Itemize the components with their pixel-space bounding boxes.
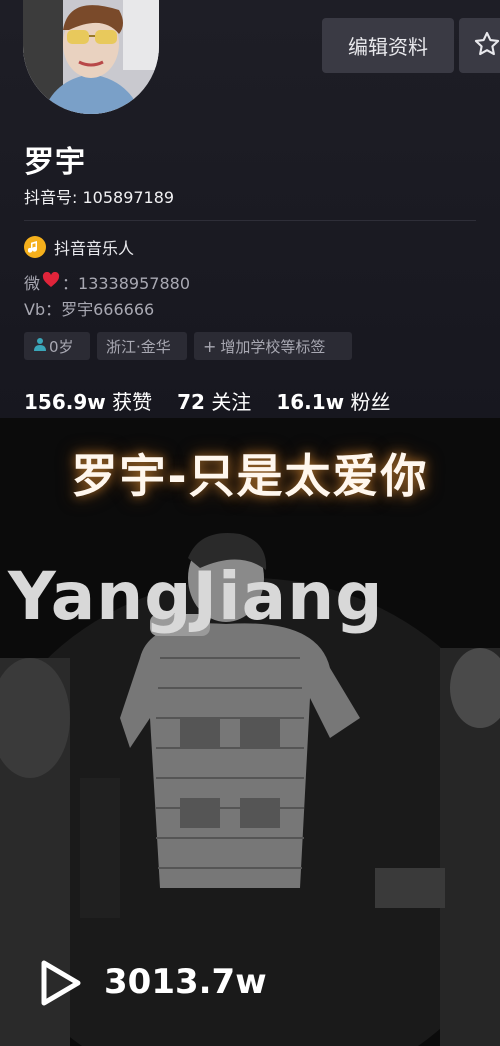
location-label: 浙江·金华 [106,337,171,356]
bio-prefix: 微 [24,274,41,293]
bio-line-2: Vb：罗宇666666 [24,300,155,319]
following-count: 72 [177,390,205,414]
person-icon [33,337,47,355]
favorite-button[interactable] [459,18,500,73]
followers-label: 粉丝 [350,390,391,414]
tag-row: 0岁 浙江·金华 + 增加学校等标签 [24,332,352,360]
play-count: 3013.7w [104,962,267,1002]
plus-icon: + [203,336,217,356]
followers-count: 16.1w [276,390,345,414]
profile-header: 编辑资料 罗宇 抖音号: 105897189 抖音音乐人 微 ：13338957… [0,0,500,418]
location-tag[interactable]: 浙江·金华 [97,332,187,360]
video-watermark: YangJiang [8,558,384,635]
age-label: 0岁 [49,337,74,356]
age-tag[interactable]: 0岁 [24,332,90,360]
divider [24,220,476,221]
bio-line-1: 微 ：13338957880 [24,270,190,294]
add-school-tag[interactable]: + 增加学校等标签 [194,332,352,360]
profile-name: 罗宇 [24,145,86,180]
bio-number: ：13338957880 [62,274,190,293]
following-label: 关注 [211,390,252,414]
following-stat[interactable]: 72 关注 [177,386,251,415]
video-thumbnail[interactable]: 罗宇-只是太爱你 YangJiang 3013.7w [0,418,500,1046]
edit-profile-button[interactable]: 编辑资料 [322,18,454,73]
video-title-overlay: 罗宇-只是太爱你 [71,449,429,503]
stats-row: 156.9w 获赞 72 关注 16.1w 粉丝 [24,386,391,415]
likes-stat[interactable]: 156.9w 获赞 [24,386,152,415]
add-school-label: 增加学校等标签 [220,337,326,356]
likes-label: 获赞 [112,390,153,414]
heart-icon [42,271,60,292]
avatar[interactable] [23,0,159,114]
play-icon [38,958,84,1012]
followers-stat[interactable]: 16.1w 粉丝 [276,386,390,415]
star-icon [459,30,500,61]
verification-label: 抖音音乐人 [54,239,135,258]
likes-count: 156.9w [24,390,106,414]
verification-row: 抖音音乐人 [24,235,134,259]
video-frame-image [0,418,500,1046]
music-note-icon [24,236,46,258]
douyin-id: 抖音号: 105897189 [24,188,175,207]
